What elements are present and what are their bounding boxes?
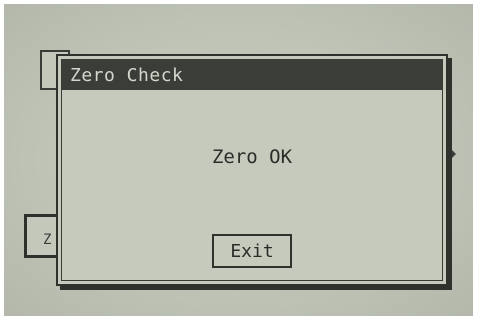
zero-check-dialog: Zero Check Zero OK Exit [56,54,448,286]
background-button-zero-label: Z [43,232,52,248]
exit-button[interactable]: Exit [212,234,292,268]
dialog-frame: Zero Check Zero OK Exit [61,59,443,281]
dialog-title-bar: Zero Check [62,60,442,90]
lcd-screen: Z Zero Check Zero OK Exit [4,4,473,316]
dialog-title: Zero Check [70,65,184,86]
dialog-message: Zero OK [211,146,293,168]
